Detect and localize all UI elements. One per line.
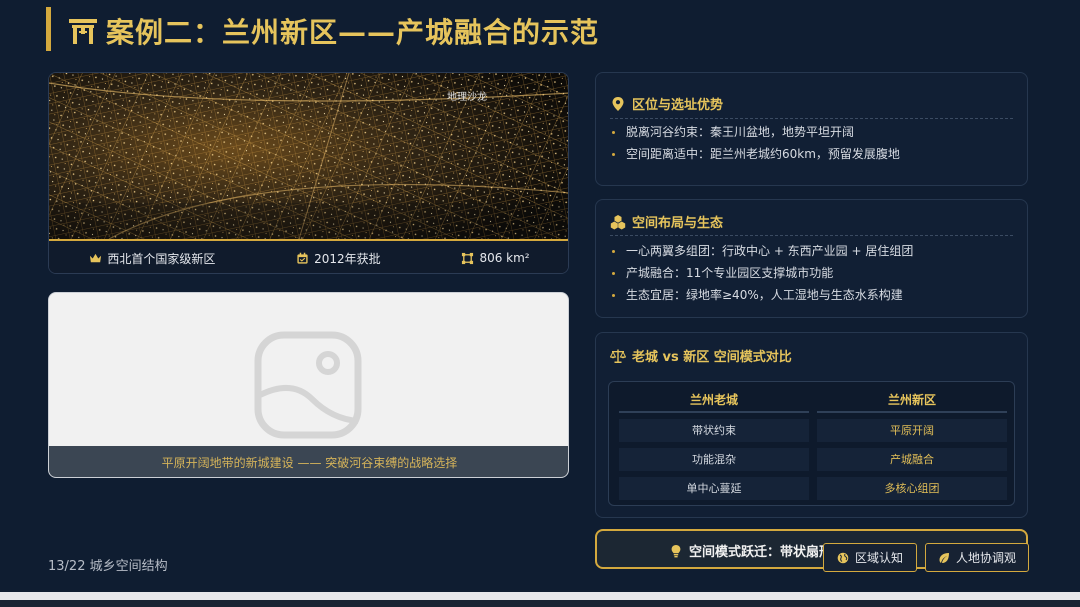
city-night-aerial-image bbox=[49, 73, 568, 239]
slide-title: 案例二：兰州新区——产城融合的示范 bbox=[68, 9, 599, 53]
table-cell: 单中心蔓延 bbox=[619, 477, 809, 500]
new-district-column: 兰州新区 平原开阔 产城融合 多核心组团 bbox=[817, 388, 1007, 500]
old-city-column: 兰州老城 带状约束 功能混杂 单中心蔓延 bbox=[619, 388, 809, 500]
stat-area: 806 km² bbox=[461, 251, 530, 265]
list-item: 一心两翼多组团：行政中心 + 东西产业园 + 居住组团 bbox=[610, 240, 913, 262]
lightbulb-icon bbox=[671, 544, 681, 557]
tag-regional-cognition[interactable]: 区域认知 bbox=[823, 543, 917, 572]
stat-national-district: 西北首个国家级新区 bbox=[89, 250, 215, 267]
image-placeholder-card: 平原开阔地带的新城建设 —— 突破河谷束缚的战略选择 bbox=[48, 292, 569, 478]
comparison-panel: 老城 vs 新区 空间模式对比 兰州老城 带状约束 功能混杂 单中心蔓延 兰州新… bbox=[595, 332, 1028, 518]
bottom-window-strip bbox=[0, 592, 1080, 607]
location-panel: 区位与选址优势 脱离河谷约束：秦王川盆地，地势平坦开阔 空间距离适中：距兰州老城… bbox=[595, 72, 1028, 186]
leaf-icon bbox=[939, 552, 949, 563]
table-cell: 功能混杂 bbox=[619, 448, 809, 471]
list-item: 空间距离适中：距兰州老城约60km，预留发展腹地 bbox=[610, 143, 900, 165]
area-icon bbox=[462, 252, 474, 264]
tag-human-land-harmony[interactable]: 人地协调观 bbox=[925, 543, 1029, 572]
crown-icon bbox=[90, 253, 102, 262]
placeholder-caption: 平原开阔地带的新城建设 —— 突破河谷束缚的战略选择 bbox=[49, 446, 568, 477]
tag-label: 区域认知 bbox=[854, 551, 903, 565]
gate-icon bbox=[69, 19, 97, 44]
table-cell: 产城融合 bbox=[817, 448, 1007, 471]
panel-divider bbox=[610, 235, 1013, 236]
column-header: 兰州老城 bbox=[619, 388, 809, 413]
table-cell: 平原开阔 bbox=[817, 419, 1007, 442]
list-item: 产城融合：11个专业园区支撑城市功能 bbox=[610, 262, 913, 284]
column-header: 兰州新区 bbox=[817, 388, 1007, 413]
list-item: 脱离河谷约束：秦王川盆地，地势平坦开阔 bbox=[610, 121, 900, 143]
page-title: 案例二：兰州新区——产城融合的示范 bbox=[106, 16, 600, 49]
cubes-icon bbox=[610, 214, 626, 229]
map-pin-icon bbox=[612, 96, 624, 111]
table-cell: 多核心组团 bbox=[817, 477, 1007, 500]
calendar-icon bbox=[297, 252, 308, 264]
stat-label: 西北首个国家级新区 bbox=[107, 251, 216, 266]
layout-bullet-list: 一心两翼多组团：行政中心 + 东西产业园 + 居住组团 产城融合：11个专业园区… bbox=[610, 240, 913, 306]
layout-panel-header: 空间布局与生态 bbox=[610, 212, 723, 231]
table-cell: 带状约束 bbox=[619, 419, 809, 442]
title-accent-bar bbox=[46, 7, 51, 51]
night-city-photo-card: 地理沙龙 西北首个国家级新区 2012年获批 806 km² bbox=[48, 72, 569, 274]
summary-content: 空间模式跃迁：带状扇形 bbox=[669, 541, 832, 560]
photo-watermark: 地理沙龙 bbox=[447, 92, 487, 103]
stat-approval-year: 2012年获批 bbox=[296, 250, 381, 267]
slide: 案例二：兰州新区——产城融合的示范 地理沙龙 西北首个国家级新区 2012年获批… bbox=[0, 0, 1080, 592]
location-bullet-list: 脱离河谷约束：秦王川盆地，地势平坦开阔 空间距离适中：距兰州老城约60km，预留… bbox=[610, 121, 900, 165]
globe-icon bbox=[837, 552, 849, 563]
scale-icon bbox=[610, 349, 626, 363]
summary-text: 空间模式跃迁：带状扇形 bbox=[689, 545, 833, 560]
list-item: 生态宜居：绿地率≥40%，人工湿地与生态水系构建 bbox=[610, 284, 913, 306]
tag-label: 人地协调观 bbox=[955, 551, 1016, 565]
location-panel-header: 区位与选址优势 bbox=[610, 94, 723, 113]
page-number: 13/22 城乡空间结构 bbox=[48, 559, 168, 574]
comparison-panel-header: 老城 vs 新区 空间模式对比 bbox=[610, 346, 792, 365]
stat-label: 806 km² bbox=[479, 251, 530, 265]
panel-divider bbox=[610, 118, 1013, 119]
stat-label: 2012年获批 bbox=[314, 251, 381, 266]
comparison-table: 兰州老城 带状约束 功能混杂 单中心蔓延 兰州新区 平原开阔 产城融合 多核心组… bbox=[608, 381, 1015, 506]
panel-heading: 区位与选址优势 bbox=[632, 98, 724, 113]
panel-heading: 老城 vs 新区 空间模式对比 bbox=[632, 350, 792, 365]
stats-bar: 西北首个国家级新区 2012年获批 806 km² bbox=[49, 241, 568, 273]
panel-heading: 空间布局与生态 bbox=[632, 216, 724, 231]
image-placeholder-icon bbox=[254, 331, 362, 439]
layout-ecology-panel: 空间布局与生态 一心两翼多组团：行政中心 + 东西产业园 + 居住组团 产城融合… bbox=[595, 199, 1028, 318]
